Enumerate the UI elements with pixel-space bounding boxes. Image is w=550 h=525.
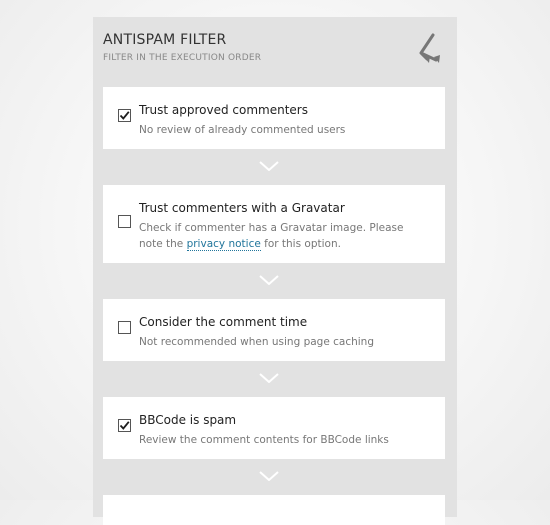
description-suffix: for this option.	[260, 238, 341, 250]
checkmark-icon	[119, 421, 130, 430]
panel-title: ANTISPAM FILTER	[103, 32, 227, 48]
filter-description: No review of already commented users	[139, 124, 346, 136]
antispam-filter-panel: ANTISPAM FILTER FILTER IN THE EXECUTION …	[93, 17, 457, 525]
filter-title: Consider the comment time	[139, 315, 308, 329]
privacy-notice-link[interactable]: privacy notice	[186, 238, 261, 251]
chevron-down-icon	[259, 373, 279, 383]
filter-description: Review the comment contents for BBCode l…	[139, 434, 389, 446]
trust-gravatar-checkbox[interactable]	[118, 215, 131, 228]
merge-arrows-icon	[419, 33, 440, 63]
filter-description: Not recommended when using page caching	[139, 336, 375, 348]
panel-header: ANTISPAM FILTER FILTER IN THE EXECUTION …	[93, 17, 457, 87]
panel-subtitle: FILTER IN THE EXECUTION ORDER	[103, 53, 262, 63]
trust-approved-checkbox[interactable]	[118, 109, 131, 122]
filter-title: BBCode is spam	[139, 413, 237, 427]
description-prefix: note the	[139, 238, 187, 250]
filter-card-comment-time[interactable]: Consider the comment time Not recommende…	[103, 299, 445, 361]
chevron-down-icon	[259, 275, 279, 285]
filter-title: Trust commenters with a Gravatar	[139, 201, 345, 215]
filter-description-line2: note the privacy notice for this option.	[139, 236, 341, 252]
chevron-down-icon	[259, 471, 279, 481]
filter-title: Trust approved commenters	[139, 103, 308, 117]
filter-card-bbcode[interactable]: BBCode is spam Review the comment conten…	[103, 397, 445, 459]
chevron-down-icon	[259, 161, 279, 171]
filter-description-line1: Check if commenter has a Gravatar image.…	[139, 222, 404, 234]
comment-time-checkbox[interactable]	[118, 321, 131, 334]
checkmark-icon	[119, 111, 130, 120]
filter-card-trust-approved[interactable]: Trust approved commenters No review of a…	[103, 87, 445, 149]
filter-card-trust-gravatar[interactable]: Trust commenters with a Gravatar Check i…	[103, 185, 445, 263]
bbcode-checkbox[interactable]	[118, 419, 131, 432]
